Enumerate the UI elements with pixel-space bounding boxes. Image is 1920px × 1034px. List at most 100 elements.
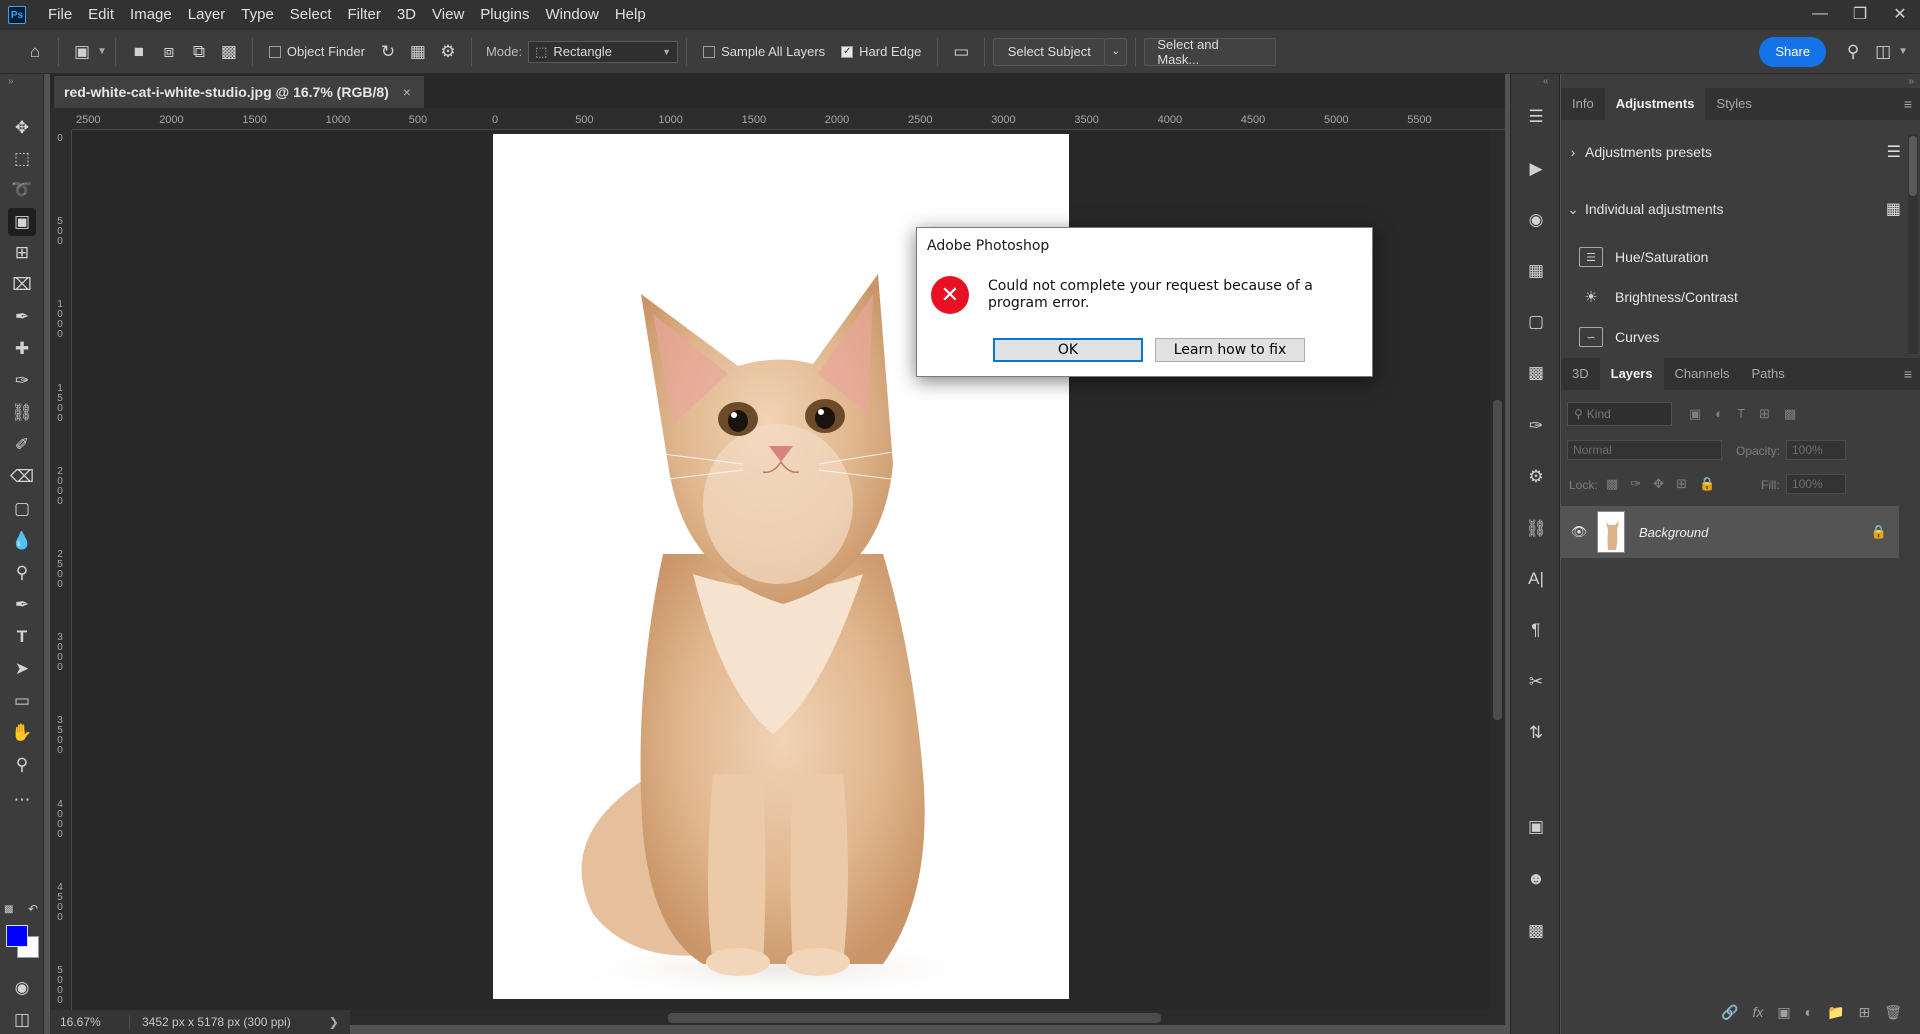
rectangle-shape-icon[interactable]: ▭ <box>8 687 36 715</box>
home-icon[interactable]: ⌂ <box>20 37 50 67</box>
menu-layer[interactable]: Layer <box>180 0 234 30</box>
tab-layers[interactable]: Layers <box>1599 358 1664 390</box>
delete-icon[interactable]: 🗑 <box>1884 1004 1902 1021</box>
tool-presets-icon[interactable]: ✂ <box>1521 667 1551 697</box>
dodge-icon[interactable]: ⚲ <box>8 559 36 587</box>
object-selection-tool-preset-icon[interactable]: ▣ <box>67 37 97 67</box>
default-colors-icon[interactable]: ▩ <box>4 904 13 915</box>
chevron-right-icon[interactable]: ❯ <box>329 1015 339 1029</box>
workspace-icon[interactable]: ◫ <box>1868 37 1898 67</box>
gradients-icon[interactable]: ▢ <box>1521 307 1551 337</box>
adjustment-hue-saturation[interactable]: ☰ Hue/Saturation <box>1579 242 1708 272</box>
eye-icon[interactable]: 👁 <box>1561 524 1597 540</box>
grid-view-icon[interactable]: ▦ <box>1886 199 1901 219</box>
menu-image[interactable]: Image <box>122 0 180 30</box>
vertical-ruler[interactable]: 0 500 1000 1500 2000 2500 3000 3500 4000 4500 5000 <box>50 130 72 1010</box>
avatar-icon[interactable]: ☻ <box>1521 864 1551 894</box>
menu-help[interactable]: Help <box>607 0 654 30</box>
add-to-selection-icon[interactable]: ⧈ <box>154 37 184 67</box>
document-info[interactable]: 3452 px x 5178 px (300 ppi) <box>130 1015 291 1029</box>
menu-plugins[interactable]: Plugins <box>472 0 537 30</box>
chevron-down-icon[interactable]: ▼ <box>97 46 107 57</box>
tab-3d[interactable]: 3D <box>1561 358 1600 390</box>
refresh-icon[interactable]: ↻ <box>373 37 403 67</box>
menu-type[interactable]: Type <box>233 0 282 30</box>
close-window-icon[interactable]: ✕ <box>1880 0 1920 28</box>
rectangular-marquee-icon[interactable]: ⬚ <box>8 145 36 173</box>
hand-icon[interactable]: ✋ <box>8 719 36 747</box>
tab-channels[interactable]: Channels <box>1664 358 1741 390</box>
pen-icon[interactable]: ✒ <box>8 591 36 619</box>
tab-styles[interactable]: Styles <box>1705 88 1762 120</box>
brush-settings-icon[interactable]: ✑ <box>1521 411 1551 441</box>
mode-select[interactable]: ⬚ Rectangle ▼ <box>528 40 679 63</box>
menu-edit[interactable]: Edit <box>80 0 122 30</box>
collapse-icon[interactable]: » <box>8 76 14 87</box>
layer-filter-select[interactable]: ⚲ Kind <box>1567 402 1672 426</box>
horizontal-ruler[interactable]: 2500 2000 1500 1000 500 0 500 1000 1500 2000 2500 3… <box>72 108 1505 130</box>
gear-icon[interactable]: ⚙ <box>433 37 463 67</box>
zoom-level[interactable]: 16.67% <box>50 1015 130 1029</box>
move-tool-icon[interactable]: ✥ <box>8 114 36 142</box>
adjustment-layer-icon[interactable]: ◐ <box>1805 1004 1813 1020</box>
show-all-objects-icon[interactable]: ▦ <box>403 37 433 67</box>
select-and-mask-button[interactable]: Select and Mask... <box>1144 37 1277 67</box>
chevron-down-icon[interactable]: ▼ <box>1898 46 1908 57</box>
properties-icon[interactable]: ☰ <box>1521 102 1551 132</box>
clone-source-icon[interactable]: ⛓ <box>1521 514 1551 544</box>
menu-file[interactable]: File <box>40 0 80 30</box>
sample-all-layers-toggle[interactable]: Sample All Layers <box>703 44 825 59</box>
restore-icon[interactable]: ❐ <box>1840 0 1880 28</box>
menu-window[interactable]: Window <box>537 0 606 30</box>
new-layer-icon[interactable]: ⊞ <box>1858 1004 1870 1021</box>
tab-info[interactable]: Info <box>1561 88 1605 120</box>
menu-filter[interactable]: Filter <box>340 0 389 30</box>
individual-adjustments-row[interactable]: ⌄ Individual adjustments ▦ <box>1561 194 1901 224</box>
collapse-icon[interactable]: « <box>1543 76 1549 87</box>
crop-icon[interactable]: ⊞ <box>8 239 36 267</box>
adjustments-sliders-icon[interactable]: ⚙ <box>1521 462 1551 492</box>
subtract-from-selection-icon[interactable]: ⧉ <box>184 37 214 67</box>
learn-how-to-fix-button[interactable]: Learn how to fix <box>1155 338 1305 362</box>
fx-icon[interactable]: fx <box>1752 1004 1763 1020</box>
sample-all-layers-checkbox[interactable] <box>703 45 716 58</box>
quick-mask-icon[interactable]: ◉ <box>8 974 36 1002</box>
lock-icon[interactable]: 🔒 <box>1859 524 1899 540</box>
swatches-grid-icon[interactable]: ▦ <box>1521 256 1551 286</box>
tab-paths[interactable]: Paths <box>1740 358 1795 390</box>
intersect-selection-icon[interactable]: ▩ <box>214 37 244 67</box>
link-icon[interactable]: 🔗 <box>1721 1004 1738 1021</box>
object-selection-icon[interactable]: ▣ <box>8 208 36 236</box>
new-group-icon[interactable]: 📁 <box>1827 1004 1844 1021</box>
blur-icon[interactable]: 💧 <box>8 527 36 555</box>
adjustments-scroll-thumb[interactable] <box>1909 136 1917 196</box>
share-button[interactable]: Share <box>1759 36 1827 67</box>
frame-icon[interactable]: ⌧ <box>8 271 36 299</box>
adjustment-curves[interactable]: ∽ Curves <box>1579 322 1659 352</box>
lasso-icon[interactable]: ➰ <box>8 176 36 204</box>
menu-3d[interactable]: 3D <box>389 0 424 30</box>
minimize-icon[interactable]: — <box>1800 0 1840 28</box>
gradient-icon[interactable]: ▢ <box>8 495 36 523</box>
document-tab[interactable]: red-white-cat-i-white-studio.jpg @ 16.7%… <box>54 76 424 108</box>
brush-icon[interactable]: ✑ <box>8 367 36 395</box>
hard-edge-checkbox[interactable]: ✓ <box>841 45 854 58</box>
menu-view[interactable]: View <box>424 0 472 30</box>
search-icon[interactable]: ⚲ <box>1838 37 1868 67</box>
horizontal-scroll-thumb[interactable] <box>668 1013 1161 1023</box>
blend-mode-select[interactable]: Normal <box>1567 440 1722 460</box>
ok-button[interactable]: OK <box>993 338 1143 362</box>
close-icon[interactable]: × <box>403 84 411 100</box>
adjustment-brightness-contrast[interactable]: ☀ Brightness/Contrast <box>1579 282 1738 312</box>
layer-row-background[interactable]: 👁 Background 🔒 <box>1561 506 1899 558</box>
healing-brush-icon[interactable]: ✚ <box>8 335 36 363</box>
opacity-field[interactable]: 100% <box>1786 440 1846 460</box>
patterns-icon[interactable]: ▩ <box>1521 358 1551 388</box>
actions-play-icon[interactable]: ▶ <box>1521 154 1551 184</box>
vertical-scroll-thumb[interactable] <box>1493 400 1502 720</box>
fill-field[interactable]: 100% <box>1786 474 1846 494</box>
zoom-icon[interactable]: ⚲ <box>8 751 36 779</box>
vertical-scrollbar[interactable] <box>1490 130 1505 1010</box>
eyedropper-icon[interactable]: ✒ <box>8 303 36 331</box>
add-mask-icon[interactable]: ▣ <box>1777 1004 1790 1021</box>
